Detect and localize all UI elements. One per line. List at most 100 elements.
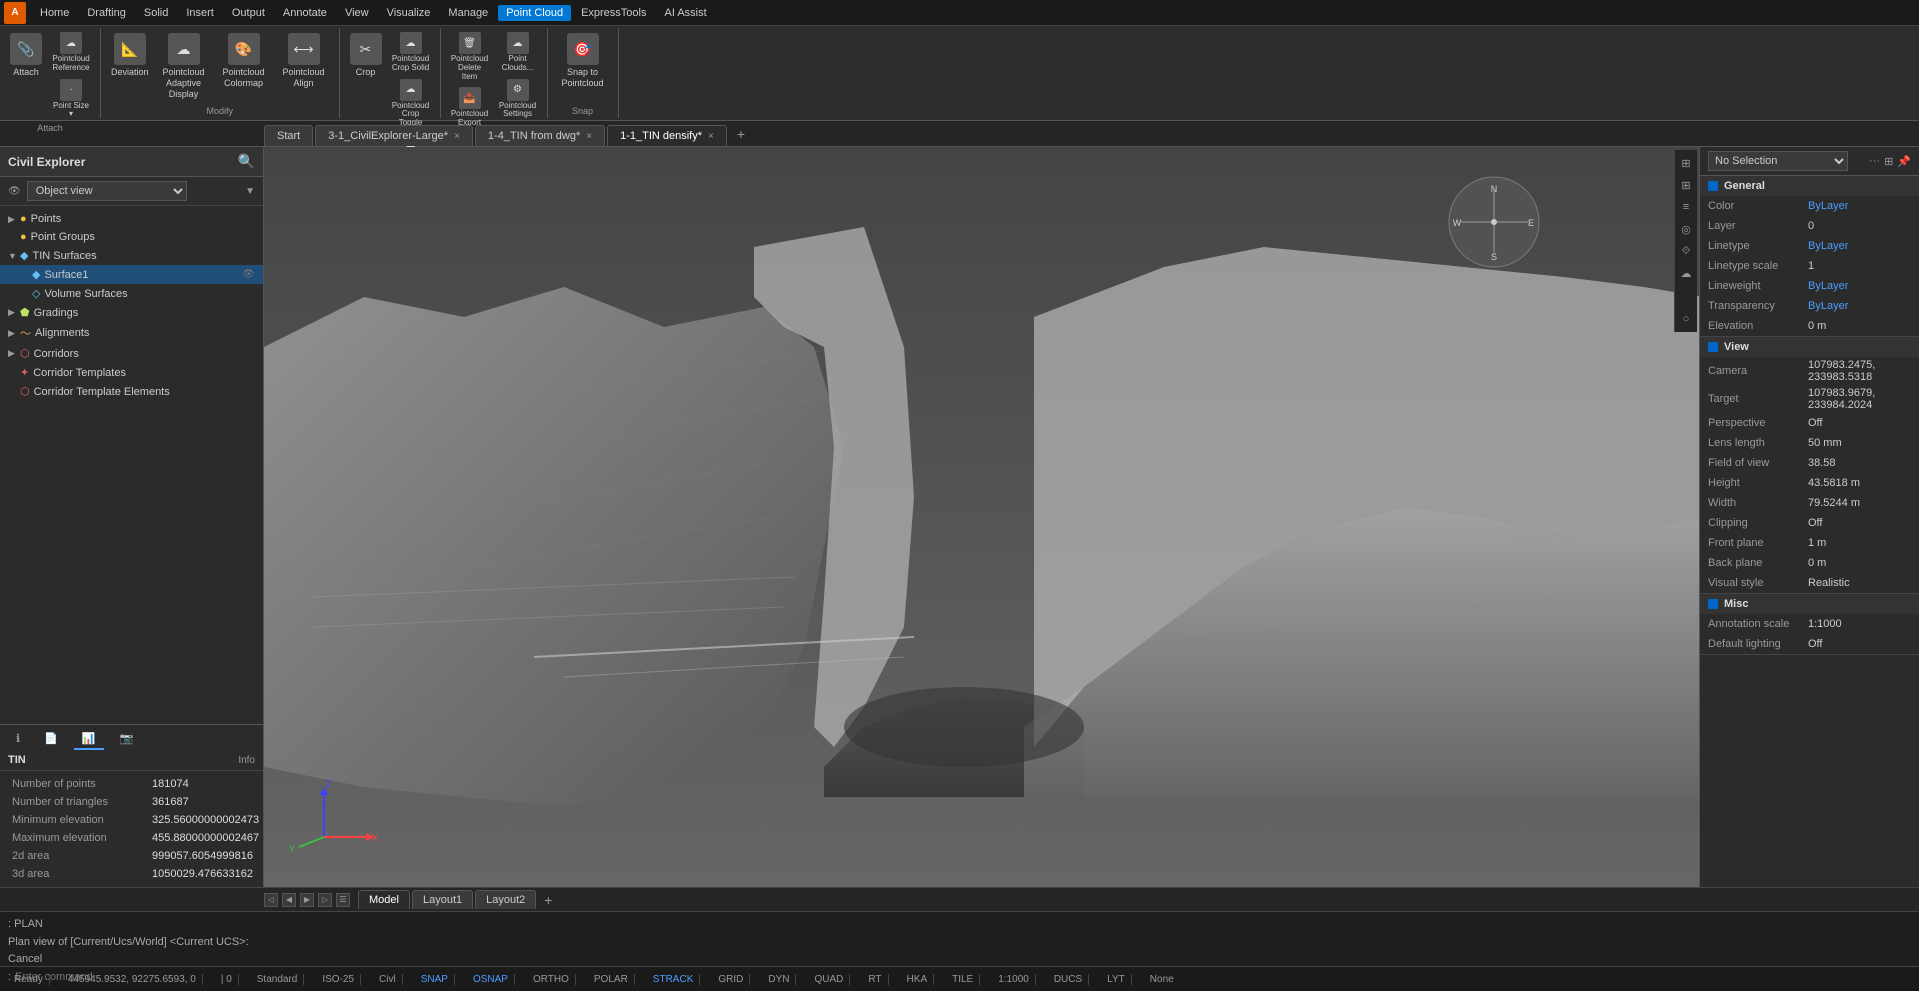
tree-item-surface1[interactable]: ◆ Surface1 👁 [0,265,263,284]
tab-add-button[interactable]: + [729,122,753,146]
layout-tab-layout1[interactable]: Layout1 [412,890,473,909]
tab-tin-densify-close[interactable]: × [708,131,714,142]
object-view-select[interactable]: Object view [27,181,187,201]
general-section-header[interactable]: General [1700,176,1919,196]
tool-colormap[interactable]: 🎨 Pointcloud Colormap [215,30,273,92]
tool-crop[interactable]: ✂ Crop [346,30,386,81]
tool-adaptive-display[interactable]: ☁ Pointcloud Adaptive Display [155,30,213,102]
status-lyt[interactable]: LYT [1101,974,1132,985]
menu-drafting[interactable]: Drafting [79,5,134,21]
menu-expresstools[interactable]: ExpressTools [573,5,654,21]
right-panel-header: No Selection ··· ⊞ 📌 [1700,147,1919,176]
tool-attach[interactable]: 📎 Attach [6,30,46,81]
tool-btn-3[interactable]: ≡ [1677,198,1695,216]
tool-crop-solid[interactable]: ☁ Pointcloud Crop Solid [388,30,434,75]
layout-ctrl-next2[interactable]: ▷ [318,893,332,907]
tree-item-tin-surfaces[interactable]: ▼ ◆ TIN Surfaces [0,246,263,265]
status-ortho[interactable]: ORTHO [527,974,576,985]
surface1-visibility-icon[interactable]: 👁 [242,269,255,280]
tool-btn-1[interactable]: ⊞ [1677,154,1695,172]
selection-dropdown[interactable]: No Selection [1708,151,1848,171]
status-rt[interactable]: RT [862,974,888,985]
view-section-header[interactable]: View [1700,337,1919,357]
status-standard[interactable]: Standard [251,974,305,985]
layout-ctrl-page[interactable]: ☰ [336,893,350,907]
status-snap[interactable]: SNAP [415,974,455,985]
tool-btn-4[interactable]: ◎ [1677,220,1695,238]
tree-item-gradings[interactable]: ▶ ⬟ Gradings [0,303,263,322]
bottom-tab-doc[interactable]: 📄 [36,729,66,750]
viewport[interactable]: N S W E Z X Y [264,147,1699,887]
status-quad[interactable]: QUAD [808,974,850,985]
misc-section-header[interactable]: Misc [1700,594,1919,614]
tool-snap-to-pointcloud[interactable]: 🎯 Snap to Pointcloud [554,30,612,92]
menu-pointcloud[interactable]: Point Cloud [498,5,571,21]
menu-aiassist[interactable]: AI Assist [656,5,714,21]
tree-item-corridors[interactable]: ▶ ⬡ Corridors [0,344,263,363]
tool-deviation[interactable]: 📐 Deviation [107,30,153,81]
layout-ctrl-next[interactable]: ▶ [300,893,314,907]
tab-tin-dwg-close[interactable]: × [586,131,592,142]
menu-manage[interactable]: Manage [440,5,496,21]
tab-tin-dwg[interactable]: 1-4_TIN from dwg* × [475,125,605,146]
right-panel-expand-btn[interactable]: ⊞ [1884,155,1893,168]
corridor-templates-icon: ✦ [20,366,29,379]
status-dyn[interactable]: DYN [762,974,796,985]
bottom-tab-chart[interactable]: 📊 [74,729,104,750]
right-panel-options-btn[interactable]: ··· [1869,155,1880,168]
tool-point-clouds[interactable]: ☁ Point Clouds... [495,30,541,75]
tool-btn-7[interactable]: ○ [1677,310,1695,328]
tab-civil-explorer[interactable]: 3-1_CivilExplorer-Large* × [315,125,473,146]
status-hka[interactable]: HKA [901,974,935,985]
status-grid[interactable]: GRID [712,974,750,985]
tree-item-points[interactable]: ▶ ● Points [0,210,263,228]
layout-ctrl-prev[interactable]: ◁ [264,893,278,907]
tree-item-alignments[interactable]: ▶ 〜 Alignments [0,322,263,344]
tab-tin-densify[interactable]: 1-1_TIN densify* × [607,125,727,146]
status-strack[interactable]: STRACK [647,974,701,985]
status-osnap[interactable]: OSNAP [467,974,515,985]
tool-pointcloud-ref[interactable]: ☁ Pointcloud Reference [48,30,94,75]
bottom-tab-info[interactable]: ℹ [8,729,28,750]
layout-tab-layout2[interactable]: Layout2 [475,890,536,909]
menu-visualize[interactable]: Visualize [379,5,439,21]
layout-ctrl-prev2[interactable]: ◀ [282,893,296,907]
tab-start[interactable]: Start [264,125,313,146]
menu-solid[interactable]: Solid [136,5,176,21]
explorer-search-button[interactable]: 🔍 [238,153,255,170]
tool-point-size[interactable]: · Point Size ▾ [48,77,94,122]
tree-item-corridor-template-elements[interactable]: ⬡ Corridor Template Elements [0,382,263,401]
status-civl[interactable]: Civl [373,974,403,985]
menu-view[interactable]: View [337,5,377,21]
status-scale[interactable]: 1:1000 [992,974,1036,985]
tin-info-button[interactable]: Info [238,755,255,766]
max-elevation-label: Maximum elevation [12,832,152,844]
status-polar[interactable]: POLAR [588,974,635,985]
layout-tab-add[interactable]: + [538,892,558,908]
status-tile[interactable]: TILE [946,974,980,985]
layout-tab-model[interactable]: Model [358,890,410,909]
tool-btn-6[interactable]: ☁ [1677,264,1695,282]
tree-item-volume-surfaces[interactable]: ◇ Volume Surfaces [0,284,263,303]
tool-btn-2[interactable]: ⊞ [1677,176,1695,194]
tool-crop-toggle[interactable]: ☁ Pointcloud Crop Toggle [388,77,434,130]
right-panel-pin-btn[interactable]: 📌 [1897,155,1911,168]
tool-align[interactable]: ⟷ Pointcloud Align [275,30,333,92]
menu-insert[interactable]: Insert [178,5,222,21]
tool-delete-item[interactable]: 🗑 Pointcloud Delete Item [447,30,493,83]
status-iso[interactable]: ISO-25 [316,974,361,985]
menu-annotate[interactable]: Annotate [275,5,335,21]
tool-settings[interactable]: ⚙ Pointcloud Settings [495,77,541,122]
tree-item-point-groups[interactable]: ● Point Groups [0,228,263,246]
left-panel: Civil Explorer 🔍 👁 Object view ▼ ▶ ● Poi… [0,147,264,887]
view-dropdown-icon[interactable]: ▼ [245,186,255,197]
bottom-tab-camera[interactable]: 📷 [112,729,142,750]
tab-civil-explorer-close[interactable]: × [454,131,460,142]
visual-style-value: Realistic [1808,577,1911,589]
tool-export[interactable]: 📤 Pointcloud Export [447,85,493,130]
menu-home[interactable]: Home [32,5,77,21]
menu-output[interactable]: Output [224,5,273,21]
status-ducs[interactable]: DUCS [1048,974,1089,985]
tree-item-corridor-templates[interactable]: ✦ Corridor Templates [0,363,263,382]
tool-btn-5[interactable]: ⟐ [1677,242,1695,260]
